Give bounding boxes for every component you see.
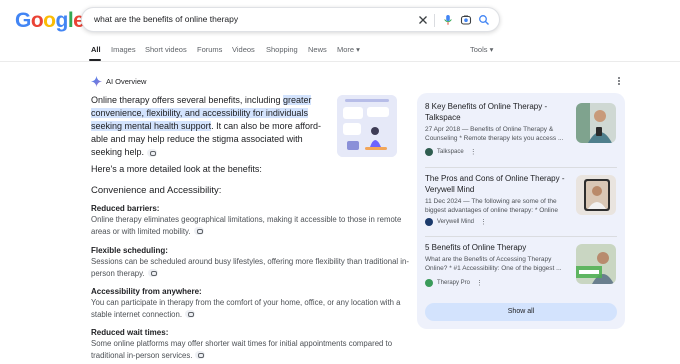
source-card-title[interactable]: The Pros and Cons of Online Therapy - Ve…	[425, 173, 565, 195]
gemini-sparkle-icon	[91, 76, 102, 87]
google-logo[interactable]: Google	[15, 9, 85, 32]
sources-panel: 8 Key Benefits of Online Therapy - Talks…	[417, 93, 625, 329]
show-all-button[interactable]: Show all	[425, 303, 617, 321]
microphone-icon[interactable]	[442, 14, 454, 26]
tab-shopping[interactable]: Shopping	[266, 45, 298, 54]
more-options-icon[interactable]: ⋮	[480, 218, 487, 226]
verywell-mind-favicon	[425, 218, 433, 226]
tab-forums[interactable]: Forums	[197, 45, 222, 54]
logo-letter: G	[15, 9, 31, 32]
talkspace-favicon	[425, 148, 433, 156]
benefit-text: Some online platforms may offer shorter …	[91, 339, 393, 360]
source-card-title[interactable]: 5 Benefits of Online Therapy	[425, 242, 565, 253]
benefit-text: You can participate in therapy from the …	[91, 298, 401, 319]
tab-images[interactable]: Images	[111, 45, 136, 54]
source-card-image[interactable]	[576, 103, 616, 143]
tab-more[interactable]: More ▾	[337, 45, 360, 54]
ai-overview-title: AI Overview	[106, 77, 147, 86]
search-box[interactable]: what are the benefits of online therapy	[81, 7, 500, 32]
card-divider	[425, 167, 617, 168]
tablet-video-call-photo	[576, 175, 616, 215]
tab-all[interactable]: All	[91, 45, 101, 54]
tab-news[interactable]: News	[308, 45, 327, 54]
source-name: Verywell Mind	[437, 219, 475, 225]
lens-icon[interactable]	[460, 14, 472, 26]
source-link-icon[interactable]	[193, 227, 204, 236]
benefit-title: Flexible scheduling:	[91, 246, 168, 255]
tab-short-videos[interactable]: Short videos	[145, 45, 187, 54]
source-card[interactable]: 5 Benefits of Online Therapy What are th…	[425, 242, 617, 297]
source-link-icon[interactable]	[147, 269, 158, 278]
source-card[interactable]: The Pros and Cons of Online Therapy - Ve…	[425, 173, 617, 233]
logo-letter: g	[55, 9, 69, 32]
card-divider	[425, 236, 617, 237]
source-name: Talkspace	[437, 149, 464, 155]
tools-button[interactable]: Tools ▾	[470, 45, 493, 54]
therapy-pro-favicon	[425, 279, 433, 287]
section-heading: Convenience and Accessibility:	[91, 185, 222, 196]
source-link-icon[interactable]	[185, 310, 196, 319]
benefit-body: Sessions can be scheduled around busy li…	[91, 256, 411, 279]
search-tabs: All Images Short videos Forums Videos Sh…	[0, 40, 680, 62]
logo-letter: o	[43, 9, 56, 32]
search-input[interactable]: what are the benefits of online therapy	[94, 14, 238, 24]
ai-overview-intro: Online therapy offers several benefits, …	[91, 94, 331, 159]
ai-overview-lead: Here's a more detailed look at the benef…	[91, 164, 262, 174]
search-separator	[434, 14, 435, 27]
more-options-icon[interactable]	[617, 77, 621, 87]
therapy-pro-photo	[576, 244, 616, 284]
close-icon[interactable]	[417, 14, 429, 26]
benefit-body: Some online platforms may offer shorter …	[91, 338, 411, 361]
search-icon[interactable]	[478, 14, 490, 26]
online-therapy-illustration	[337, 95, 397, 157]
source-card-image[interactable]	[576, 175, 616, 215]
source-link-icon[interactable]	[147, 148, 158, 157]
benefit-title: Reduced barriers:	[91, 204, 160, 213]
benefit-body: Online therapy eliminates geographical l…	[91, 214, 411, 237]
source-attribution: Talkspace ⋮	[425, 148, 477, 156]
source-link-icon[interactable]	[195, 351, 206, 360]
header: Google what are the benefits of online t…	[0, 0, 680, 40]
source-card-snippet: 27 Apr 2018 — Benefits of Online Therapy…	[425, 126, 564, 142]
more-options-icon[interactable]: ⋮	[476, 279, 483, 287]
person-with-phone-photo	[576, 103, 616, 143]
source-card[interactable]: 8 Key Benefits of Online Therapy - Talks…	[425, 101, 617, 161]
source-attribution: Verywell Mind ⋮	[425, 218, 487, 226]
source-attribution: Therapy Pro ⋮	[425, 279, 483, 287]
source-card-snippet: What are the Benefits of Accessing Thera…	[425, 256, 562, 272]
benefit-title: Accessibility from anywhere:	[91, 287, 202, 296]
benefit-text: Sessions can be scheduled around busy li…	[91, 257, 409, 278]
tab-videos[interactable]: Videos	[232, 45, 255, 54]
source-name: Therapy Pro	[437, 280, 471, 286]
intro-text: Online therapy offers several benefits, …	[91, 95, 283, 105]
ai-overview-image[interactable]	[337, 95, 397, 157]
more-options-icon[interactable]: ⋮	[470, 148, 477, 156]
source-card-image[interactable]	[576, 244, 616, 284]
active-tab-indicator	[89, 59, 101, 61]
benefit-body: You can participate in therapy from the …	[91, 297, 411, 320]
benefit-title: Reduced wait times:	[91, 328, 169, 337]
benefit-text: Online therapy eliminates geographical l…	[91, 215, 402, 236]
logo-letter: o	[30, 9, 44, 32]
source-card-title[interactable]: 8 Key Benefits of Online Therapy - Talks…	[425, 101, 565, 123]
